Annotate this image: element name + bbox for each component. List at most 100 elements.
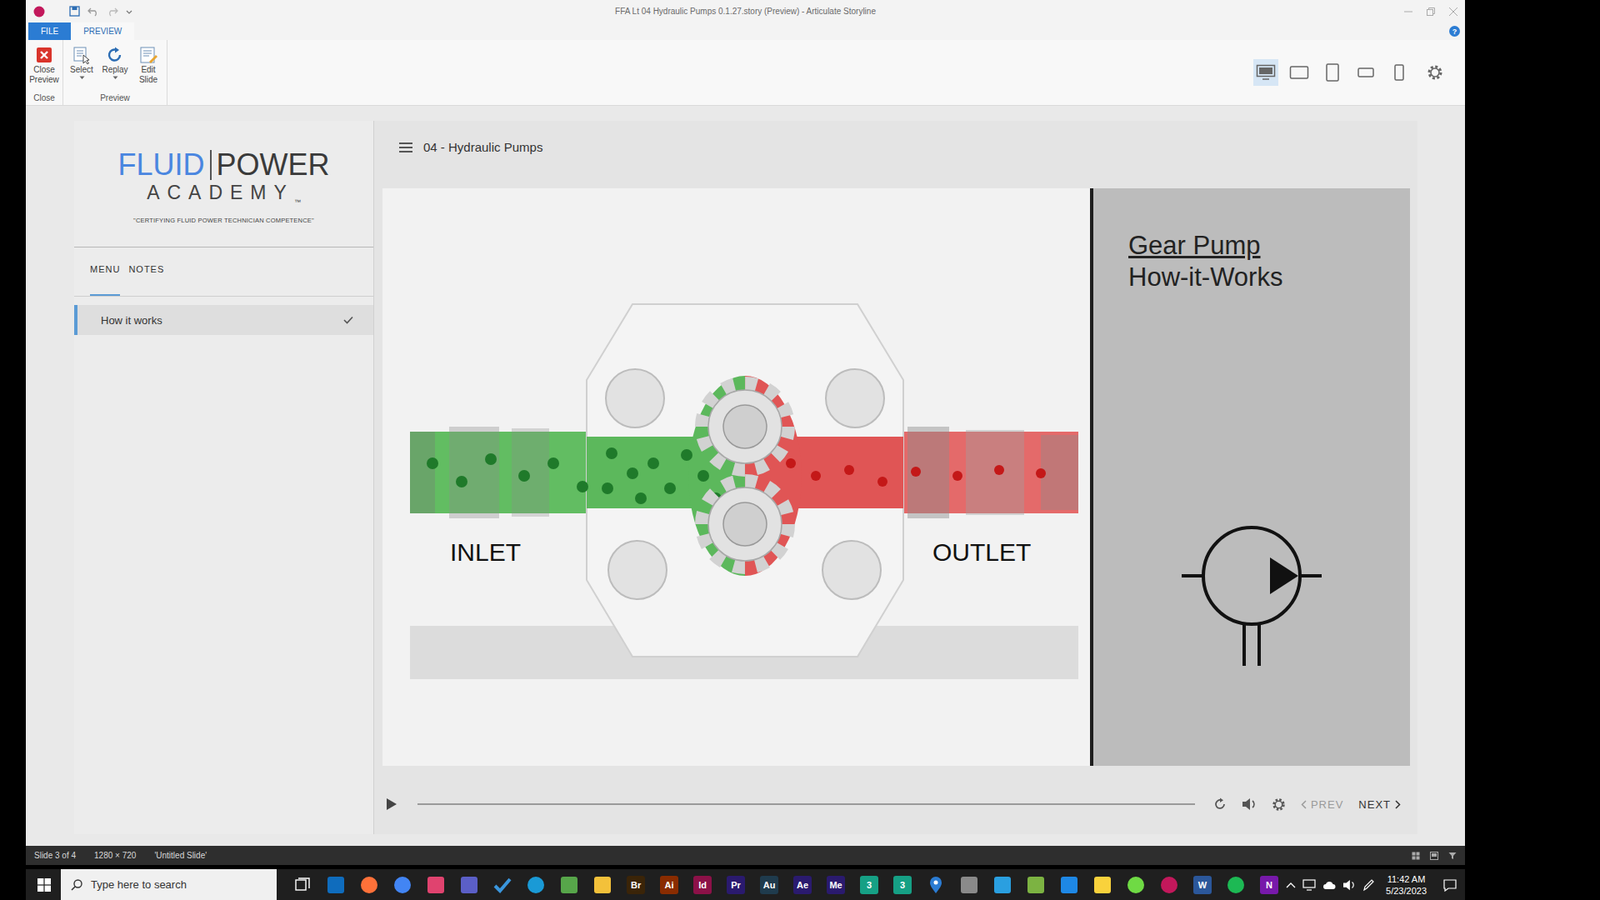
bolt — [605, 369, 665, 428]
taskbar-app[interactable] — [952, 869, 986, 900]
taskbar-app[interactable] — [485, 869, 520, 900]
fluid-particle — [785, 458, 796, 469]
device-toggle[interactable] — [1353, 59, 1379, 86]
taskbar-app[interactable] — [319, 869, 353, 900]
taskbar-app[interactable] — [985, 869, 1020, 900]
fluid-particle — [635, 492, 647, 505]
taskbar-app[interactable] — [1052, 869, 1086, 900]
taskbar-app[interactable]: Br — [619, 869, 653, 900]
pen-icon[interactable] — [1362, 878, 1375, 892]
device-toggle[interactable] — [1386, 59, 1412, 86]
taskbar-app[interactable] — [519, 869, 553, 900]
taskbar-app[interactable] — [352, 869, 386, 900]
settings-gear-icon[interactable] — [1271, 797, 1286, 812]
ribbon-tab[interactable]: FILE — [28, 22, 71, 40]
group-label: Preview — [100, 93, 130, 103]
sidebar-tab[interactable]: MENU — [90, 264, 120, 296]
app-window: FFA Lt 04 Hydraulic Pumps 0.1.27.story (… — [25, 0, 1465, 865]
window-title: FFA Lt 04 Hydraulic Pumps 0.1.27.story (… — [615, 6, 876, 16]
select-icon — [72, 45, 91, 65]
taskbar-app[interactable] — [419, 869, 453, 900]
replay-icon[interactable] — [1213, 797, 1227, 811]
tablet-portrait-icon — [1322, 63, 1343, 82]
taskbar-app[interactable] — [1119, 869, 1153, 900]
ribbon-tab[interactable]: PREVIEW — [70, 22, 135, 40]
phone-landscape-icon — [1355, 64, 1376, 81]
screen: FFA Lt 04 Hydraulic Pumps 0.1.27.story (… — [0, 0, 1600, 900]
replay-icon — [105, 45, 125, 65]
taskbar-app[interactable]: 3 — [852, 869, 886, 900]
seek-bar[interactable] — [417, 803, 1195, 805]
fluid-particle — [426, 457, 439, 470]
title-bar: FFA Lt 04 Hydraulic Pumps 0.1.27.story (… — [25, 0, 1465, 23]
grid-view-icon[interactable] — [1411, 851, 1420, 860]
taskbar-app[interactable]: N — [1252, 869, 1286, 900]
customize-icon[interactable] — [125, 8, 133, 15]
map-pin-icon — [926, 875, 945, 895]
system-tray: 11:42 AM5/23/2023 — [1285, 873, 1465, 897]
filter-icon[interactable] — [1448, 851, 1457, 860]
fluid-particle — [664, 482, 676, 495]
ribbon-button[interactable]: Replay — [100, 45, 130, 94]
clock[interactable]: 11:42 AM5/23/2023 — [1385, 873, 1427, 897]
minimize-icon[interactable] — [1403, 6, 1414, 17]
undo-icon[interactable] — [87, 6, 100, 17]
taskbar-app[interactable] — [1152, 869, 1186, 900]
taskbar-app[interactable] — [385, 869, 420, 900]
save-icon[interactable] — [69, 5, 80, 17]
network-icon[interactable] — [1302, 879, 1316, 891]
taskbar-app[interactable]: Ae — [785, 869, 820, 900]
fluid-particle — [605, 447, 618, 460]
redo-icon[interactable] — [106, 6, 119, 17]
chevron-up-icon[interactable] — [1285, 881, 1296, 889]
device-toggle[interactable] — [1320, 59, 1345, 86]
ribbon-button[interactable]: Select — [66, 45, 97, 94]
taskbar-app[interactable]: Au — [752, 869, 786, 900]
taskbar-app[interactable]: 3 — [885, 869, 920, 900]
restore-icon[interactable] — [1425, 6, 1436, 17]
taskbar-app[interactable] — [919, 869, 953, 900]
taskbar-app[interactable]: Pr — [719, 869, 753, 900]
taskbar-app[interactable] — [452, 869, 486, 900]
taskbar-search[interactable]: Type here to search — [60, 869, 277, 900]
chevron-right-icon — [1395, 800, 1401, 810]
menu-item[interactable]: How it works — [74, 305, 374, 335]
taskbar-app[interactable] — [1085, 869, 1120, 900]
course-title: 04 - Hydraulic Pumps — [423, 140, 543, 155]
fluid-particle — [844, 465, 855, 475]
next-button[interactable]: NEXT — [1358, 798, 1401, 811]
play-icon[interactable] — [385, 797, 398, 811]
taskbar: Type here to searchBrAiIdPrAuAeMe33WN11:… — [25, 869, 1465, 900]
taskbar-app[interactable]: Ai — [652, 869, 686, 900]
sidebar-tab[interactable]: NOTES — [128, 264, 165, 296]
help-button[interactable]: ? — [1449, 25, 1460, 37]
taskbar-app[interactable] — [1019, 869, 1053, 900]
taskbar-app[interactable]: W — [1185, 869, 1220, 900]
volume-icon[interactable] — [1241, 797, 1257, 811]
close-icon[interactable] — [1448, 6, 1459, 17]
taskbar-app[interactable] — [1219, 869, 1253, 900]
status-item: 1280 × 720 — [94, 850, 136, 860]
speaker-icon[interactable] — [1342, 879, 1356, 891]
ribbon-button[interactable]: Close Preview — [29, 45, 60, 94]
gear-icon[interactable] — [1426, 64, 1444, 81]
notifications-icon[interactable] — [1443, 878, 1457, 892]
ribbon-button[interactable]: Edit Slide — [133, 45, 164, 94]
taskbar-app[interactable] — [552, 869, 586, 900]
device-toggles — [1253, 40, 1465, 105]
slide-view-icon[interactable] — [1430, 851, 1439, 860]
taskbar-app[interactable] — [585, 869, 620, 900]
hamburger-icon[interactable] — [399, 142, 413, 153]
device-toggle[interactable] — [1253, 59, 1279, 86]
cloud-icon[interactable] — [1322, 880, 1336, 890]
search-icon — [70, 879, 83, 891]
taskbar-app[interactable]: Id — [685, 869, 720, 900]
fluid-particle — [576, 480, 589, 493]
fluid-particle — [647, 457, 660, 470]
windows-start-icon[interactable] — [37, 878, 51, 892]
task-view-icon[interactable] — [285, 876, 320, 894]
device-toggle[interactable] — [1286, 59, 1312, 86]
fluid-particle — [455, 475, 468, 488]
desktop-edge — [0, 0, 26, 900]
taskbar-app[interactable]: Me — [819, 869, 853, 900]
